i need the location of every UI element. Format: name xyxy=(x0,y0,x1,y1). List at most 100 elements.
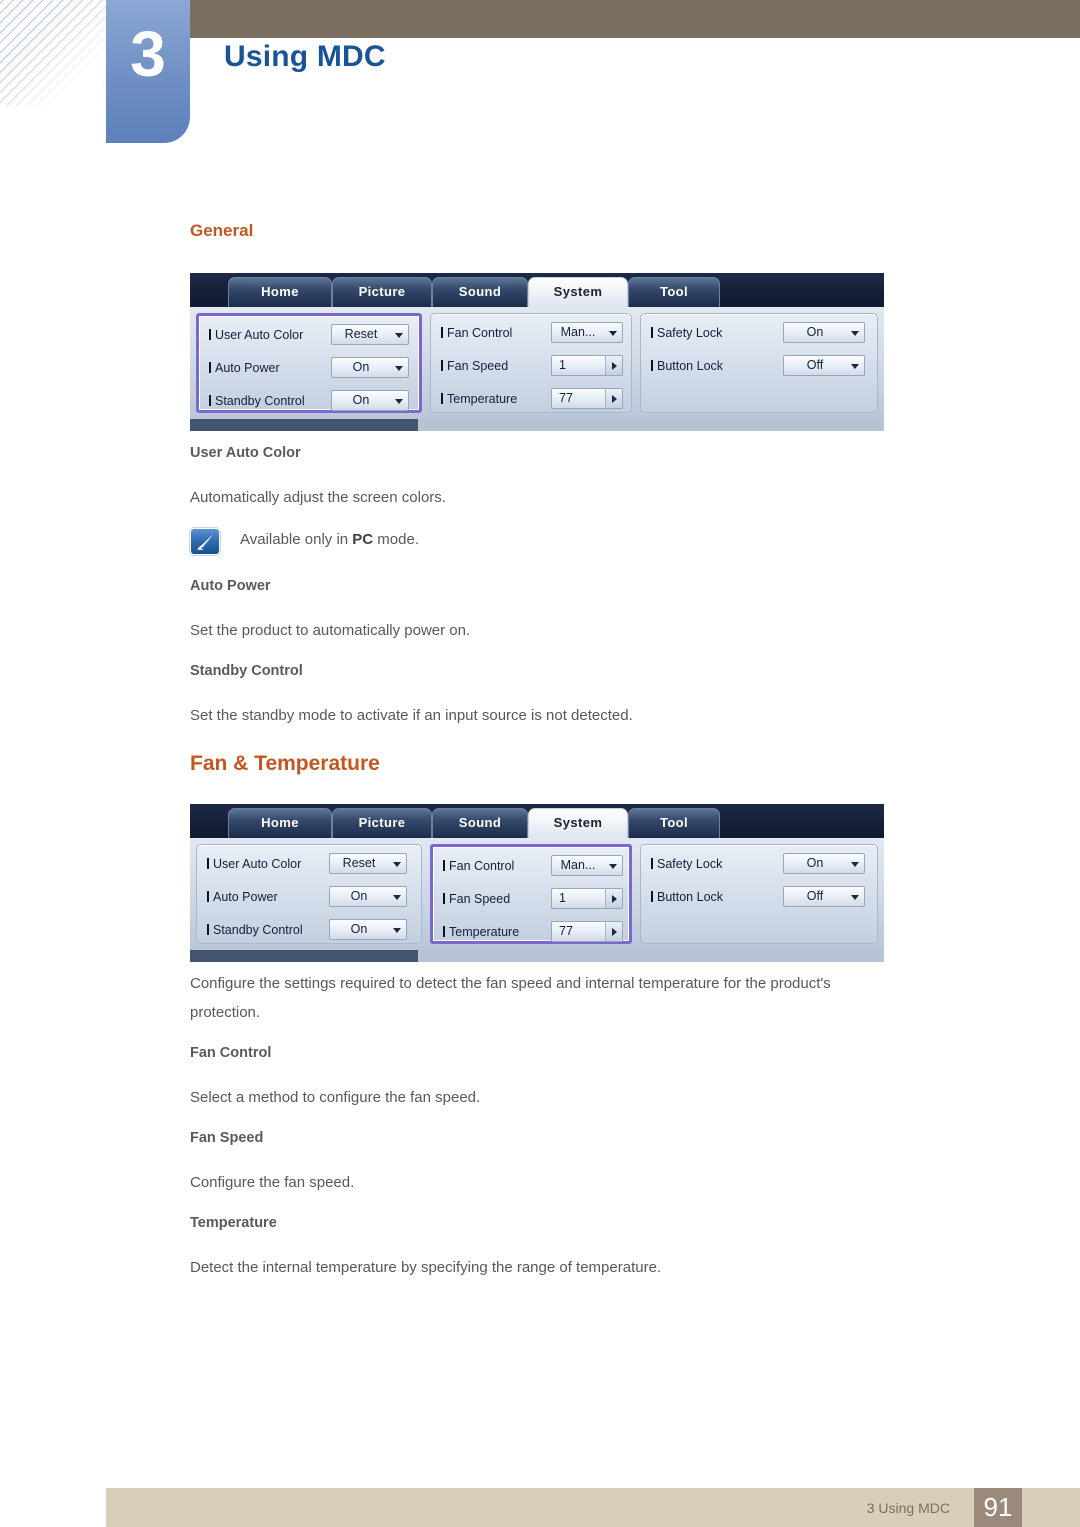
mdc-dropdown-fan-control[interactable]: Man... xyxy=(551,322,623,343)
mdc-screenshot-general: Home Picture Sound System Tool User Auto… xyxy=(190,273,884,431)
text-fan-speed: Configure the fan speed. xyxy=(190,1174,355,1191)
mdc-label-standby-control: Standby Control xyxy=(207,919,303,941)
mdc-label-button-lock: Button Lock xyxy=(651,886,723,908)
page-title: Using MDC xyxy=(224,40,386,73)
bullet-marker-icon xyxy=(651,891,653,902)
mdc-tab-tool[interactable]: Tool xyxy=(628,808,720,838)
mdc-value-fan-control: Man... xyxy=(560,325,596,339)
mdc-value-safety-lock: On xyxy=(806,325,824,339)
chevron-down-icon xyxy=(393,862,401,867)
stepper-right-arrow-icon[interactable] xyxy=(605,889,622,908)
mdc-dropdown-standby-control[interactable]: On xyxy=(331,390,409,411)
chevron-down-icon xyxy=(393,895,401,900)
mdc-label-safety-lock: Safety Lock xyxy=(651,322,722,344)
mdc-value-user-auto-color: Reset xyxy=(344,327,378,341)
bullet-marker-icon xyxy=(441,327,443,338)
mdc-dropdown-safety-lock[interactable]: On xyxy=(783,322,865,343)
mdc-value-fan-control: Man... xyxy=(560,858,596,872)
mdc-group-lock: Safety Lock On Button Lock Off xyxy=(640,313,878,413)
chevron-down-icon xyxy=(393,928,401,933)
subheading-user-auto-color: User Auto Color xyxy=(190,445,301,461)
mdc-dropdown-user-auto-color[interactable]: Reset xyxy=(331,324,409,345)
mdc-row-auto-power: Auto Power On xyxy=(197,886,421,908)
mdc-value-standby-control: On xyxy=(352,393,370,407)
stepper-right-arrow-icon[interactable] xyxy=(605,389,622,408)
mdc-value-button-lock: Off xyxy=(806,889,824,903)
note-pen-icon xyxy=(190,528,220,555)
mdc-row-fan-speed: Fan Speed 1 xyxy=(431,355,631,377)
mdc-value-fan-speed: 1 xyxy=(559,891,566,905)
mdc-row-auto-power: Auto Power On xyxy=(199,357,419,379)
bullet-marker-icon xyxy=(207,924,209,935)
mdc-tab-tool[interactable]: Tool xyxy=(628,277,720,307)
chapter-tab: 3 xyxy=(106,0,190,143)
mdc-label-fan-speed: Fan Speed xyxy=(441,355,508,377)
mdc-row-temperature: Temperature 77 xyxy=(433,921,629,943)
mdc-tab-system[interactable]: System xyxy=(528,277,628,307)
mdc-tab-system[interactable]: System xyxy=(528,808,628,838)
mdc-value-fan-speed: 1 xyxy=(559,358,566,372)
bullet-marker-icon xyxy=(209,395,211,406)
mdc-row-button-lock: Button Lock Off xyxy=(641,355,877,377)
mdc-spinner-fan-speed[interactable]: 1 xyxy=(551,355,623,376)
bullet-marker-icon xyxy=(651,327,653,338)
subheading-fan-control: Fan Control xyxy=(190,1045,272,1061)
mdc-tab-home[interactable]: Home xyxy=(228,808,332,838)
section-heading-fan-temperature: Fan & Temperature xyxy=(190,752,380,775)
mdc-value-temperature: 77 xyxy=(559,391,573,405)
bullet-marker-icon xyxy=(209,362,211,373)
mdc-label-auto-power: Auto Power xyxy=(207,886,278,908)
mdc-group-general: User Auto Color Reset Auto Power On Stan… xyxy=(196,844,422,944)
mdc-dropdown-standby-control[interactable]: On xyxy=(329,919,407,940)
mdc-bottom-strip-light xyxy=(418,950,884,962)
mdc-spinner-temperature[interactable]: 77 xyxy=(551,388,623,409)
mdc-tab-picture[interactable]: Picture xyxy=(332,808,432,838)
mdc-dropdown-safety-lock[interactable]: On xyxy=(783,853,865,874)
mdc-group-lock: Safety Lock On Button Lock Off xyxy=(640,844,878,944)
bullet-marker-icon xyxy=(441,393,443,404)
mdc-tab-sound[interactable]: Sound xyxy=(432,808,528,838)
mdc-tab-picture[interactable]: Picture xyxy=(332,277,432,307)
mdc-bottom-strip-light xyxy=(418,419,884,431)
mdc-row-fan-speed: Fan Speed 1 xyxy=(433,888,629,910)
mdc-screenshot-fan-temperature: Home Picture Sound System Tool User Auto… xyxy=(190,804,884,962)
section-heading-general: General xyxy=(190,221,254,240)
mdc-tab-bar: Home Picture Sound System Tool xyxy=(190,804,884,838)
mdc-value-user-auto-color: Reset xyxy=(342,856,376,870)
mdc-dropdown-fan-control[interactable]: Man... xyxy=(551,855,623,876)
text-temperature: Detect the internal temperature by speci… xyxy=(190,1259,662,1276)
footer-label: 3 Using MDC xyxy=(866,1500,950,1516)
mdc-value-temperature: 77 xyxy=(559,924,573,938)
mdc-dropdown-button-lock[interactable]: Off xyxy=(783,886,865,907)
bullet-marker-icon xyxy=(651,858,653,869)
corner-hatch-decoration xyxy=(0,0,106,106)
bullet-marker-icon xyxy=(443,926,445,937)
mdc-bottom-strip-dark xyxy=(190,419,418,431)
mdc-dropdown-auto-power[interactable]: On xyxy=(329,886,407,907)
bullet-marker-icon xyxy=(207,858,209,869)
mdc-tab-sound[interactable]: Sound xyxy=(432,277,528,307)
mdc-value-safety-lock: On xyxy=(806,856,824,870)
text-user-auto-color: Automatically adjust the screen colors. xyxy=(190,489,446,506)
mdc-dropdown-button-lock[interactable]: Off xyxy=(783,355,865,376)
stepper-right-arrow-icon[interactable] xyxy=(605,922,622,941)
mdc-dropdown-auto-power[interactable]: On xyxy=(331,357,409,378)
subheading-auto-power: Auto Power xyxy=(190,578,271,594)
mdc-spinner-temperature[interactable]: 77 xyxy=(551,921,623,942)
mdc-value-auto-power: On xyxy=(350,889,368,903)
mdc-tab-home[interactable]: Home xyxy=(228,277,332,307)
bullet-marker-icon xyxy=(443,860,445,871)
mdc-label-user-auto-color: User Auto Color xyxy=(207,853,301,875)
bullet-marker-icon xyxy=(209,329,211,340)
mdc-dropdown-user-auto-color[interactable]: Reset xyxy=(329,853,407,874)
mdc-spinner-fan-speed[interactable]: 1 xyxy=(551,888,623,909)
text-standby-control: Set the standby mode to activate if an i… xyxy=(190,707,633,724)
mdc-row-fan-control: Fan Control Man... xyxy=(433,855,629,877)
mdc-row-user-auto-color: User Auto Color Reset xyxy=(197,853,421,875)
footer-page-number: 91 xyxy=(983,1492,1013,1522)
stepper-right-arrow-icon[interactable] xyxy=(605,356,622,375)
text-fan-control: Select a method to configure the fan spe… xyxy=(190,1089,481,1106)
note-text-pc-mode: Available only in PC mode. xyxy=(240,531,419,548)
manual-page: 3 Using MDC General Home Picture Sound S… xyxy=(0,0,1080,1527)
bullet-marker-icon xyxy=(207,891,209,902)
